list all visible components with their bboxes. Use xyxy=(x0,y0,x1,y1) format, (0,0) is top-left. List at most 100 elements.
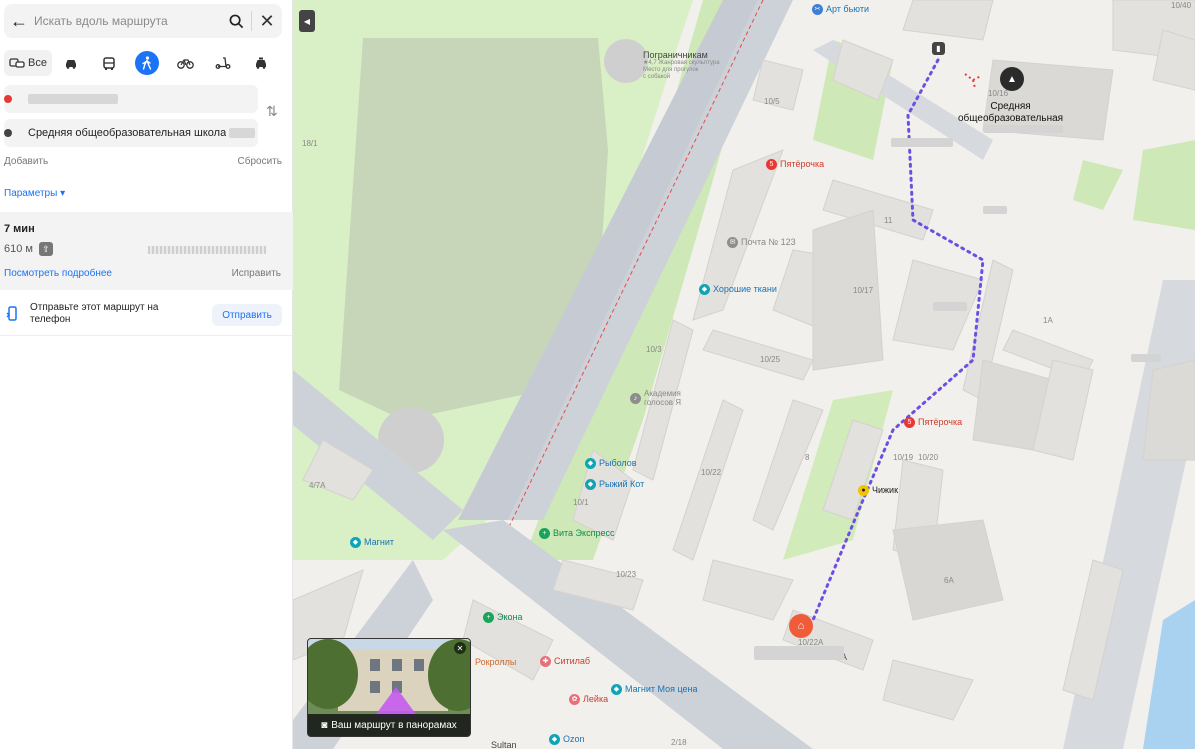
close-panorama-icon[interactable]: ✕ xyxy=(454,642,466,654)
swap-points-icon[interactable]: ⇅ xyxy=(266,103,278,120)
pogr-desc: Место для прогулок xyxy=(643,67,699,73)
hidden-text xyxy=(891,138,953,147)
house-number: 10/25 xyxy=(760,355,781,364)
house-number: 18/1 xyxy=(302,139,318,148)
taxi-icon xyxy=(256,57,266,69)
mode-walk-button[interactable] xyxy=(128,50,166,76)
route-search-bar[interactable]: ← Искать вдоль маршрута ✕ xyxy=(4,4,282,38)
poi-sitilab[interactable]: ✚ Ситилаб xyxy=(540,656,590,667)
route-distance-row: 610 м ⇧ xyxy=(4,242,53,256)
hidden-text xyxy=(754,646,844,660)
hidden-text xyxy=(983,125,1063,133)
music-icon: ♪ xyxy=(630,392,641,404)
panorama-caption[interactable]: ◙ Ваш маршрут в панорамах xyxy=(308,714,470,736)
search-input[interactable]: Искать вдоль маршрута xyxy=(34,14,221,28)
entrance-icon: ▮ xyxy=(932,42,945,55)
mail-icon: ✉ xyxy=(727,237,738,248)
house-number: 10/5 xyxy=(764,97,780,106)
mode-all-label: Все xyxy=(28,57,47,69)
car-icon xyxy=(66,60,76,69)
shop-icon: 5 xyxy=(766,159,777,170)
panorama-caption-text: Ваш маршрут в панорамах xyxy=(331,719,457,731)
add-point-button[interactable]: Добавить xyxy=(4,156,48,167)
akademia-text: Академия голосов Я xyxy=(644,389,681,407)
poi-ryzhiy-kot[interactable]: ◆ Рыжий Кот xyxy=(585,479,644,490)
route-start-value xyxy=(4,93,118,105)
route-parameters-toggle[interactable]: Параметры ▾ xyxy=(4,188,65,199)
akademia-line2: голосов Я xyxy=(644,398,682,407)
poi-magnit-moya-cena[interactable]: ◆ Магнит Моя цена xyxy=(611,684,698,695)
pet-shop-icon: ◆ xyxy=(585,479,596,490)
collapse-panel-button[interactable]: ◀ xyxy=(299,10,315,32)
send-button[interactable]: Отправить xyxy=(212,304,282,326)
route-destination-label: Средняя общеобразовательная школа xyxy=(28,127,227,139)
hidden-text xyxy=(1131,354,1161,362)
hidden-text xyxy=(983,206,1007,214)
mode-scooter-button[interactable] xyxy=(204,50,242,76)
poi-vita-express[interactable]: + Вита Экспресс xyxy=(539,528,614,539)
poi-magnit[interactable]: ◆ Магнит xyxy=(350,537,394,548)
poi-rokrolly[interactable]: Рокроллы xyxy=(475,657,516,668)
poi-pyaterochka-1[interactable]: 5 Пятёрочка xyxy=(766,159,824,170)
poi-postoffice[interactable]: ✉ Почта № 123 xyxy=(727,237,796,248)
map-canvas[interactable]: ◀ ⌂ ▲ ▮ ✂ Арт бьюти Пограничникам ★4,7 Ж… xyxy=(293,0,1195,749)
poi-chizhik[interactable]: ● Чижик xyxy=(858,485,898,496)
poi-art-beauty[interactable]: ✂ Арт бьюти xyxy=(812,4,869,15)
transport-modes: Все xyxy=(4,50,284,76)
house-number: 10/40 xyxy=(1171,1,1192,10)
panorama-icon: ◙ xyxy=(321,719,328,731)
bus-icon xyxy=(103,56,115,70)
poi-sultan[interactable]: Sultan xyxy=(491,740,517,749)
phone-icon xyxy=(6,306,18,325)
panorama-preview[interactable]: ✕ ◙ Ваш маршрут в панорамах xyxy=(307,638,471,737)
house-number: 4/7А xyxy=(309,481,326,490)
panorama-window xyxy=(392,659,402,671)
mode-bus-button[interactable] xyxy=(90,50,128,76)
poi-ekona[interactable]: + Экона xyxy=(483,612,523,623)
scooter-icon xyxy=(215,57,231,69)
poi-pyaterochka-2[interactable]: 5 Пятёрочка xyxy=(904,417,962,428)
shop-icon: 5 xyxy=(904,417,915,428)
hidden-text xyxy=(229,128,256,138)
end-point-icon xyxy=(4,129,12,137)
poi-akademia[interactable]: ♪ Академия голосов Я xyxy=(630,389,681,407)
poi-leika[interactable]: ✿ Лейка xyxy=(569,694,608,705)
report-error-link[interactable]: Исправить xyxy=(232,268,281,279)
mode-bicycle-button[interactable] xyxy=(166,50,204,76)
route-distance: 610 м xyxy=(4,243,33,255)
school-label[interactable]: Средняя общеобразовательная xyxy=(958,101,1063,125)
arrow-left-icon[interactable]: ← xyxy=(4,11,34,32)
house-number: 10/16 xyxy=(988,89,1009,98)
reset-button[interactable]: Сбросить xyxy=(238,156,282,167)
house-number: 10/20 xyxy=(918,453,939,462)
mode-car-button[interactable] xyxy=(52,50,90,76)
route-start-field[interactable] xyxy=(4,85,258,113)
route-destination-field[interactable]: Средняя общеобразовательная школа xyxy=(4,119,258,147)
poi-ozon[interactable]: ◆ Ozon xyxy=(549,734,585,745)
shop-icon: ◆ xyxy=(699,284,710,295)
lab-icon: ✚ xyxy=(540,656,551,667)
mode-all-button[interactable]: Все xyxy=(4,50,52,76)
house-number: 11 xyxy=(884,216,893,225)
start-marker-icon[interactable]: ⌂ xyxy=(789,614,813,638)
bicycle-icon xyxy=(176,58,194,69)
house-number: 10/22 xyxy=(701,468,722,477)
house-number: 10/19 xyxy=(893,453,914,462)
app: ← Искать вдоль маршрута ✕ Все Средняя об… xyxy=(0,0,1195,749)
search-icon[interactable] xyxy=(221,14,251,29)
route-summary-card[interactable]: 7 мин 610 м ⇧ Посмотреть подробнее Испра… xyxy=(0,212,293,290)
beauty-icon: ✂ xyxy=(812,4,823,15)
school-marker-icon[interactable]: ▲ xyxy=(1000,67,1024,91)
house-number: 10/17 xyxy=(853,286,874,295)
school-label-line1: Средняя xyxy=(990,101,1031,112)
poi-rybolov[interactable]: ◆ Рыболов xyxy=(585,458,637,469)
poi-horoshie-tkani[interactable]: ◆ Хорошие ткани xyxy=(699,284,777,295)
route-time: 7 мин xyxy=(4,223,35,235)
close-icon[interactable]: ✕ xyxy=(252,11,282,32)
hidden-text xyxy=(933,302,967,311)
route-details-link[interactable]: Посмотреть подробнее xyxy=(4,268,112,279)
send-to-phone: Отправьте этот маршрут на телефон Отправ… xyxy=(0,294,293,336)
panorama-direction-arrow xyxy=(374,687,418,717)
mode-taxi-button[interactable] xyxy=(242,50,280,76)
pogr-desc2: с собакой xyxy=(643,74,671,80)
